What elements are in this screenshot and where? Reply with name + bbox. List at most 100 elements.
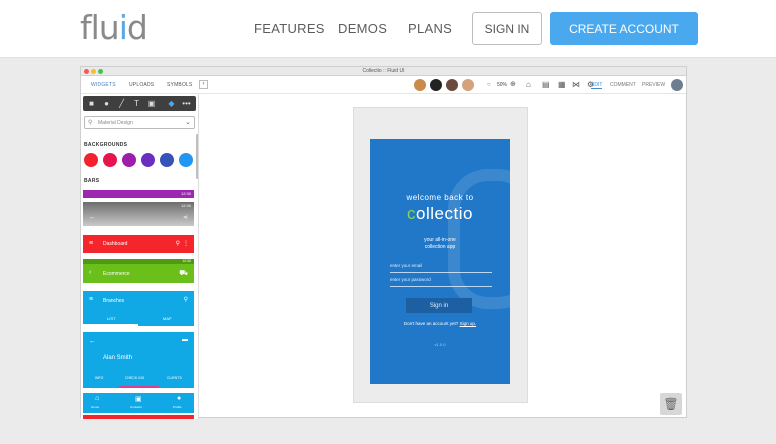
menu-icon: ≡ bbox=[89, 296, 94, 303]
nav-plans[interactable]: PLANS bbox=[408, 21, 452, 36]
image-icon[interactable]: ▦ bbox=[558, 81, 566, 89]
tab-symbols[interactable]: SYMBOLS bbox=[167, 82, 193, 88]
contacts-icon: ▣ bbox=[135, 396, 142, 403]
dashboard-app-bar[interactable]: ≡ Dashboard ⚲ ⋮ bbox=[83, 235, 194, 253]
background-swatch[interactable] bbox=[103, 153, 117, 167]
background-swatch[interactable] bbox=[122, 153, 136, 167]
hierarchy-icon[interactable]: ⌂ bbox=[526, 81, 531, 89]
avatar[interactable] bbox=[430, 79, 442, 91]
image-icon[interactable]: ▣ bbox=[147, 99, 156, 108]
tab-clients: CLIENTS bbox=[167, 376, 182, 380]
chevron-down-icon: ⌄ bbox=[185, 119, 191, 126]
logo-text-start: flu bbox=[80, 8, 120, 47]
nav-demos[interactable]: DEMOS bbox=[338, 21, 387, 36]
purple-status-bar[interactable]: 12:30 bbox=[83, 190, 194, 198]
phone-sign-in-button[interactable]: Sign in bbox=[406, 298, 472, 313]
more-icon[interactable]: ••• bbox=[182, 99, 191, 108]
ecommerce-app-bar[interactable]: ‹ Ecommerce ⛟ bbox=[83, 264, 194, 283]
app-version: v1.0.0 bbox=[434, 342, 446, 347]
window-titlebar: Collectio :: Fluid UI bbox=[81, 67, 686, 76]
sign-in-button[interactable]: SIGN IN bbox=[472, 12, 542, 45]
signup-prompt: Don't have an account yet? Sign up. bbox=[370, 321, 510, 326]
brand-c-letter: c bbox=[407, 204, 417, 223]
phone-screen-login[interactable]: welcome back to collectio your all-in-on… bbox=[370, 139, 510, 384]
collapse-panel-chevron-icon[interactable]: ‹ bbox=[199, 80, 208, 89]
widgets-panel: ■ ● ╱ T ▣ ◆ ••• ⚲ Material Design ⌄ BACK… bbox=[81, 94, 199, 419]
status-time: 12:30 bbox=[180, 191, 191, 196]
arrow-left-icon: ‹ bbox=[89, 269, 92, 276]
text-icon[interactable]: T bbox=[132, 99, 141, 108]
sign-up-link[interactable]: Sign up. bbox=[460, 321, 477, 326]
zoom-level: 50% bbox=[497, 82, 508, 88]
arrow-left-icon: ← bbox=[89, 214, 96, 221]
tagline-line-2: collection app bbox=[424, 244, 456, 250]
mode-comment[interactable]: COMMENT bbox=[610, 82, 636, 88]
bottom-nav-bar[interactable]: ⌂ Home ▣ Contacts ● Profile bbox=[83, 393, 194, 413]
background-swatch[interactable] bbox=[84, 153, 98, 167]
red-bar-preview[interactable] bbox=[83, 415, 194, 419]
tab-indicator bbox=[83, 324, 138, 326]
bottom-nav-profile: Profile bbox=[173, 405, 182, 409]
branches-bar-title: Branches bbox=[103, 298, 125, 304]
collectio-brand: collectio bbox=[370, 204, 510, 224]
line-icon[interactable]: ╱ bbox=[117, 99, 126, 108]
zoom-in-icon[interactable]: ⊕ bbox=[510, 81, 516, 89]
chat-icon: ▬ bbox=[182, 337, 188, 343]
delete-button[interactable]: 🗑 bbox=[660, 393, 682, 415]
password-field[interactable]: enter your password bbox=[390, 277, 492, 287]
logo-text-i: i bbox=[118, 8, 128, 47]
profile-app-bar[interactable]: ← ▬ Alan Smith INFO CHECK INS CLIENTS bbox=[83, 332, 194, 388]
mode-preview[interactable]: PREVIEW bbox=[642, 82, 665, 88]
branches-app-bar[interactable]: ≡ Branches ⚲ LIST MAP bbox=[83, 291, 194, 326]
avatar[interactable] bbox=[414, 79, 426, 91]
profile-name: Alan Smith bbox=[103, 355, 133, 361]
shape-toolbar: ■ ● ╱ T ▣ ◆ ••• bbox=[83, 96, 196, 111]
home-icon: ⌂ bbox=[95, 395, 100, 402]
library-dropdown-value: Material Design bbox=[98, 120, 133, 126]
more-vert-icon: ⋮ bbox=[183, 241, 189, 247]
panel-scrollbar[interactable] bbox=[196, 134, 198, 179]
zoom-out-icon[interactable]: ○ bbox=[487, 81, 491, 89]
tab-info: INFO bbox=[95, 376, 104, 380]
arrow-left-icon: ← bbox=[89, 338, 96, 345]
user-avatar[interactable] bbox=[671, 79, 683, 91]
bars-label: BARS bbox=[84, 178, 100, 184]
background-swatch[interactable] bbox=[160, 153, 174, 167]
mode-edit[interactable]: EDIT bbox=[591, 82, 603, 89]
library-dropdown[interactable]: ⚲ Material Design ⌄ bbox=[84, 116, 195, 129]
tab-uploads[interactable]: UPLOADS bbox=[129, 82, 154, 88]
person-icon: ● bbox=[177, 395, 182, 402]
status-time: 12:30 bbox=[182, 259, 191, 263]
menu-icon: ≡ bbox=[89, 240, 94, 247]
create-account-button[interactable]: CREATE ACCOUNT bbox=[550, 12, 698, 45]
trash-icon: 🗑 bbox=[663, 397, 679, 411]
hotspot-icon[interactable]: ◆ bbox=[167, 99, 176, 108]
site-header: fluid FEATURES DEMOS PLANS SIGN IN CREAT… bbox=[0, 0, 776, 58]
ecommerce-bar-title: Ecommerce bbox=[103, 271, 130, 277]
bottom-nav-contacts: Contacts bbox=[130, 405, 142, 409]
window-title: Collectio :: Fluid UI bbox=[362, 68, 405, 74]
avatar[interactable] bbox=[462, 79, 474, 91]
document-icon[interactable]: ▤ bbox=[542, 81, 550, 89]
circle-icon[interactable]: ● bbox=[102, 99, 111, 108]
background-swatch[interactable] bbox=[141, 153, 155, 167]
editor-toolbar: WIDGETS UPLOADS SYMBOLS ‹ ○ 50% ⊕ ⌂ ▤ ▦ … bbox=[81, 77, 686, 94]
tab-map: MAP bbox=[163, 316, 172, 321]
tab-widgets[interactable]: WIDGETS bbox=[91, 82, 116, 88]
background-swatch[interactable] bbox=[179, 153, 193, 167]
status-time: 12:30 bbox=[180, 203, 191, 208]
grey-app-bar[interactable]: 12:30 ← ⋖ bbox=[83, 202, 194, 226]
tab-check-ins: CHECK INS bbox=[125, 376, 145, 380]
dashboard-bar-title: Dashboard bbox=[103, 241, 128, 247]
bottom-nav-home: Home bbox=[91, 405, 100, 409]
share-icon[interactable]: ⋈ bbox=[572, 81, 580, 89]
fluid-logo[interactable]: fluid bbox=[80, 8, 148, 47]
avatar[interactable] bbox=[446, 79, 458, 91]
tab-list: LIST bbox=[107, 316, 116, 321]
email-field[interactable]: enter your email bbox=[390, 263, 492, 273]
rectangle-icon[interactable]: ■ bbox=[87, 99, 96, 108]
no-account-text: Don't have an account yet? bbox=[403, 321, 459, 326]
cart-icon: ⛟ bbox=[179, 270, 188, 277]
tab-indicator bbox=[119, 386, 159, 388]
nav-features[interactable]: FEATURES bbox=[254, 21, 325, 36]
